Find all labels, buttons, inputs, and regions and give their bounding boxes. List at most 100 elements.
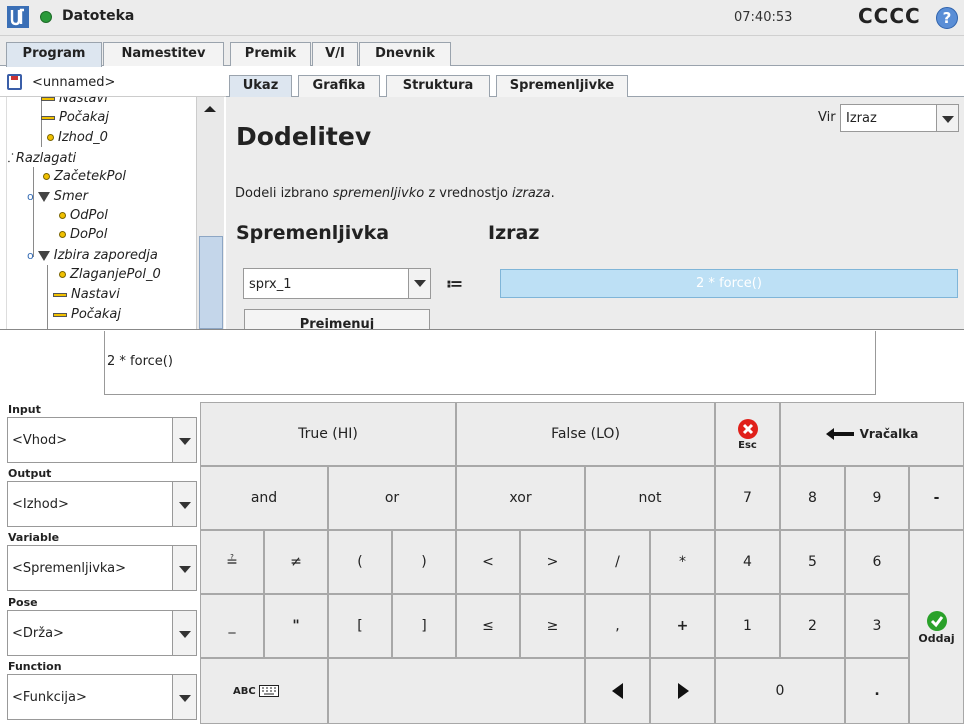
key-backspace[interactable]: Vračalka xyxy=(780,402,964,466)
key-underscore[interactable]: _ xyxy=(200,594,264,658)
chevron-down-icon[interactable] xyxy=(172,482,196,526)
key-divide[interactable]: / xyxy=(585,530,650,594)
variable-insert-select[interactable]: <Spremenljivka> xyxy=(7,545,197,591)
output-select-value: <Izhod> xyxy=(12,497,69,512)
function-select[interactable]: <Funkcija> xyxy=(7,674,197,720)
expression-input[interactable]: 2 * force() xyxy=(104,331,876,395)
chevron-down-icon[interactable] xyxy=(172,546,196,590)
expression-field[interactable]: 2 * force() xyxy=(500,269,958,298)
chevron-down-icon[interactable] xyxy=(172,611,196,655)
key-true[interactable]: True (HI) xyxy=(200,402,456,466)
key-decimal[interactable]: . xyxy=(845,658,909,724)
output-select[interactable]: <Izhod> xyxy=(7,481,197,527)
key-0[interactable]: 0 xyxy=(715,658,845,724)
key-6[interactable]: 6 xyxy=(845,530,909,594)
tab-graphics[interactable]: Grafika xyxy=(298,75,380,97)
chevron-down-icon[interactable] xyxy=(172,675,196,719)
key-not[interactable]: not xyxy=(585,466,715,530)
key-7[interactable]: 7 xyxy=(715,466,780,530)
tab-move[interactable]: Premik xyxy=(230,42,311,66)
key-plus[interactable]: + xyxy=(650,594,715,658)
key-submit[interactable]: Oddaj xyxy=(909,530,964,724)
chevron-down-icon[interactable] xyxy=(936,105,958,131)
tree-scrollbar[interactable] xyxy=(196,97,224,329)
help-icon[interactable]: ? xyxy=(936,7,958,29)
variable-select[interactable]: sprx_1 xyxy=(243,268,431,299)
expand-icon[interactable]: o xyxy=(27,249,34,262)
tab-command[interactable]: Ukaz xyxy=(229,75,292,97)
key-left-paren[interactable]: ( xyxy=(328,530,392,594)
tree-node[interactable]: Izhod_0 xyxy=(47,130,108,145)
key-xor[interactable]: xor xyxy=(456,466,585,530)
key-right-paren[interactable]: ) xyxy=(392,530,456,594)
tree-node[interactable]: ⸪Razlagati xyxy=(7,149,76,166)
key-esc[interactable]: Esc xyxy=(715,402,780,466)
key-equals[interactable]: ≟ xyxy=(200,530,264,594)
tree-node[interactable]: Nastavi xyxy=(41,97,108,106)
tree-node[interactable]: Nastavi xyxy=(53,287,120,302)
key-not-equal[interactable]: ≠ xyxy=(264,530,328,594)
key-5[interactable]: 5 xyxy=(780,530,845,594)
tree-node[interactable]: ZačetekPol xyxy=(43,169,126,184)
key-9[interactable]: 9 xyxy=(845,466,909,530)
checkmark-icon xyxy=(926,610,947,631)
key-greater-than[interactable]: > xyxy=(520,530,585,594)
scroll-up-icon[interactable] xyxy=(200,101,220,117)
key-less-equal[interactable]: ≤ xyxy=(456,594,520,658)
key-cursor-left[interactable] xyxy=(585,658,650,724)
tree-node[interactable]: o Smer xyxy=(27,189,88,204)
tree-node[interactable]: o Izbira zaporedja xyxy=(27,248,158,263)
rename-button[interactable]: Preimenuj xyxy=(244,309,430,331)
program-file-header: <unnamed> xyxy=(0,67,226,97)
key-or[interactable]: or xyxy=(328,466,456,530)
file-menu-title[interactable]: Datoteka xyxy=(62,8,134,24)
command-tabs: Ukaz Grafika Struktura Spremenljivke xyxy=(226,67,964,97)
tab-io[interactable]: V/I xyxy=(312,42,358,66)
key-2[interactable]: 2 xyxy=(780,594,845,658)
tab-installation[interactable]: Namestitev xyxy=(103,42,224,66)
key-cursor-right[interactable] xyxy=(650,658,715,724)
chevron-down-icon[interactable] xyxy=(408,269,430,298)
arrow-left-icon xyxy=(825,428,854,440)
variable-insert-value: <Spremenljivka> xyxy=(12,561,127,576)
key-comma[interactable]: , xyxy=(585,594,650,658)
node-dot-icon xyxy=(59,271,66,278)
source-select[interactable]: Izraz xyxy=(840,104,959,132)
tree-node-label: Nastavi xyxy=(71,287,120,302)
tree-node[interactable]: ZlaganjePol_0 xyxy=(59,267,161,282)
tab-program[interactable]: Program xyxy=(6,42,102,67)
chevron-down-icon[interactable] xyxy=(172,418,196,462)
key-3[interactable]: 3 xyxy=(845,594,909,658)
tree-node[interactable]: DoPol xyxy=(59,227,107,242)
key-quote[interactable]: " xyxy=(264,594,328,658)
key-8[interactable]: 8 xyxy=(780,466,845,530)
wait-icon xyxy=(53,312,67,317)
key-multiply[interactable]: * xyxy=(650,530,715,594)
key-space[interactable] xyxy=(328,658,585,724)
save-icon[interactable] xyxy=(7,74,22,90)
tab-log[interactable]: Dnevnik xyxy=(359,42,451,66)
key-false[interactable]: False (LO) xyxy=(456,402,715,466)
scrollbar-thumb[interactable] xyxy=(199,236,223,329)
command-description: Dodeli izbrano spremenljivko z vrednostj… xyxy=(235,186,555,201)
key-greater-equal[interactable]: ≥ xyxy=(520,594,585,658)
expand-icon[interactable]: o xyxy=(27,190,34,203)
key-1[interactable]: 1 xyxy=(715,594,780,658)
key-abc[interactable]: ABC xyxy=(200,658,328,724)
tree-node[interactable]: OdPol xyxy=(59,208,108,223)
key-left-bracket[interactable]: [ xyxy=(328,594,392,658)
page-title: Dodelitev xyxy=(236,122,372,151)
keyboard-icon xyxy=(258,685,279,697)
key-less-than[interactable]: < xyxy=(456,530,520,594)
key-right-bracket[interactable]: ] xyxy=(392,594,456,658)
tab-structure[interactable]: Struktura xyxy=(386,75,490,97)
key-4[interactable]: 4 xyxy=(715,530,780,594)
tree-node[interactable]: Počakaj xyxy=(53,307,121,322)
tree-connector xyxy=(33,167,34,257)
pose-select[interactable]: <Drža> xyxy=(7,610,197,656)
key-and[interactable]: and xyxy=(200,466,328,530)
tab-variables[interactable]: Spremenljivke xyxy=(496,75,628,97)
tree-node[interactable]: Počakaj xyxy=(41,110,109,125)
input-select[interactable]: <Vhod> xyxy=(7,417,197,463)
key-minus[interactable]: - xyxy=(909,466,964,530)
